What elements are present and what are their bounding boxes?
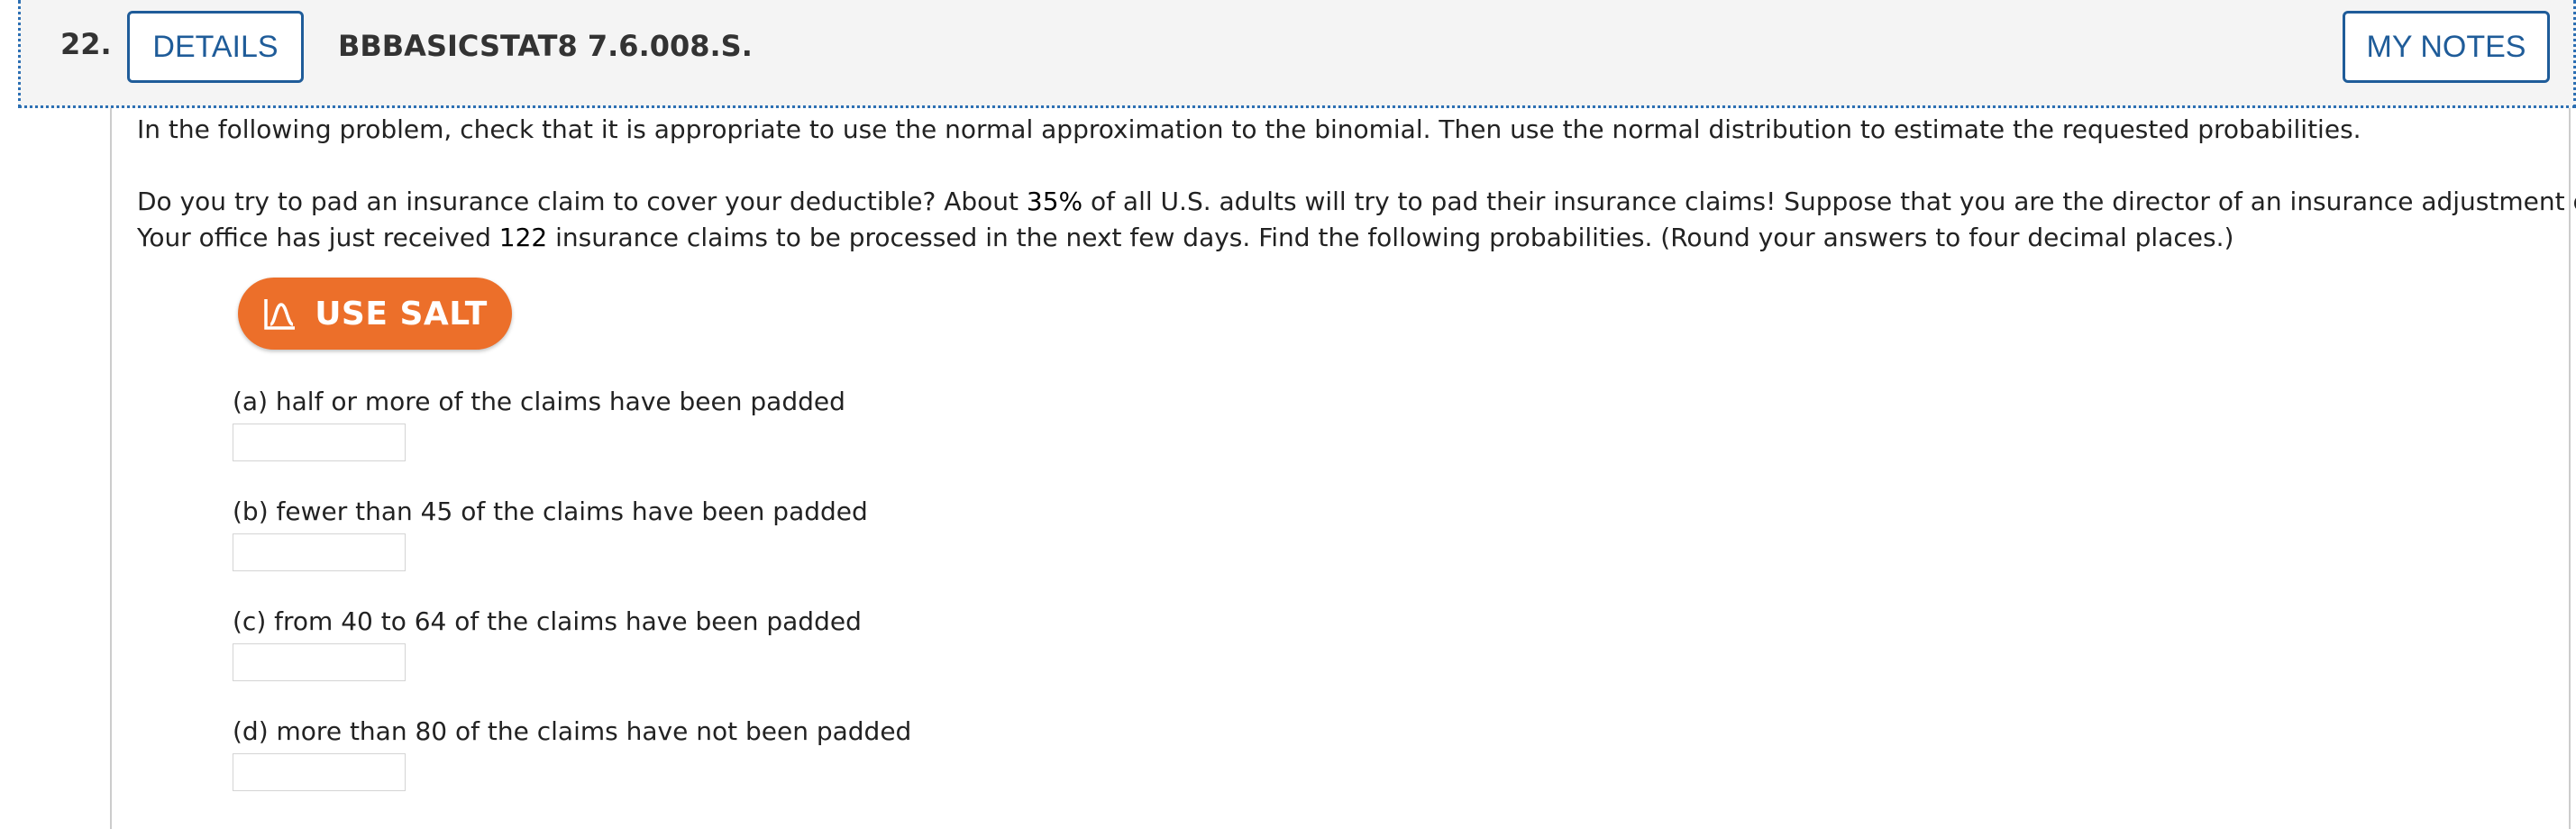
part-b-label: (b) fewer than 45 of the claims have bee… — [233, 496, 868, 526]
question-number: 22. — [60, 27, 112, 61]
problem-text-line-2: Your office has just received 122 insura… — [137, 220, 2233, 256]
details-button[interactable]: DETAILS — [127, 11, 304, 83]
part-c-label: (c) from 40 to 64 of the claims have bee… — [233, 606, 862, 636]
question-content: In the following problem, check that it … — [110, 108, 2576, 829]
problem-text-segment: insurance claims to be processed in the … — [547, 223, 2234, 252]
problem-text-line-1: Do you try to pad an insurance claim to … — [137, 184, 2576, 220]
use-salt-label: USE SALT — [315, 295, 488, 333]
use-salt-button[interactable]: USE SALT — [238, 278, 512, 350]
percent-value: 35% — [1026, 187, 1083, 216]
my-notes-button[interactable]: MY NOTES — [2343, 11, 2550, 83]
problem-text-segment: Your office has just received — [137, 223, 499, 252]
part-d-answer-input[interactable] — [233, 753, 406, 791]
part-b-answer-input[interactable] — [233, 533, 406, 571]
question-code: BBBASICSTAT8 7.6.008.S. — [338, 29, 753, 63]
claims-value: 122 — [498, 223, 548, 252]
problem-text-segment: of all U.S. adults will try to pad their… — [1082, 187, 2576, 216]
part-c-answer-input[interactable] — [233, 643, 406, 681]
part-a-label: (a) half or more of the claims have been… — [233, 387, 845, 416]
problem-text-segment: Do you try to pad an insurance claim to … — [137, 187, 1027, 216]
part-a-answer-input[interactable] — [233, 424, 406, 461]
part-d-label: (d) more than 80 of the claims have not … — [233, 716, 912, 746]
instruction-text: In the following problem, check that it … — [137, 114, 2361, 144]
bell-curve-chart-icon — [264, 299, 296, 330]
question-header: 22. DETAILS BBBASICSTAT8 7.6.008.S. MY N… — [18, 0, 2576, 108]
